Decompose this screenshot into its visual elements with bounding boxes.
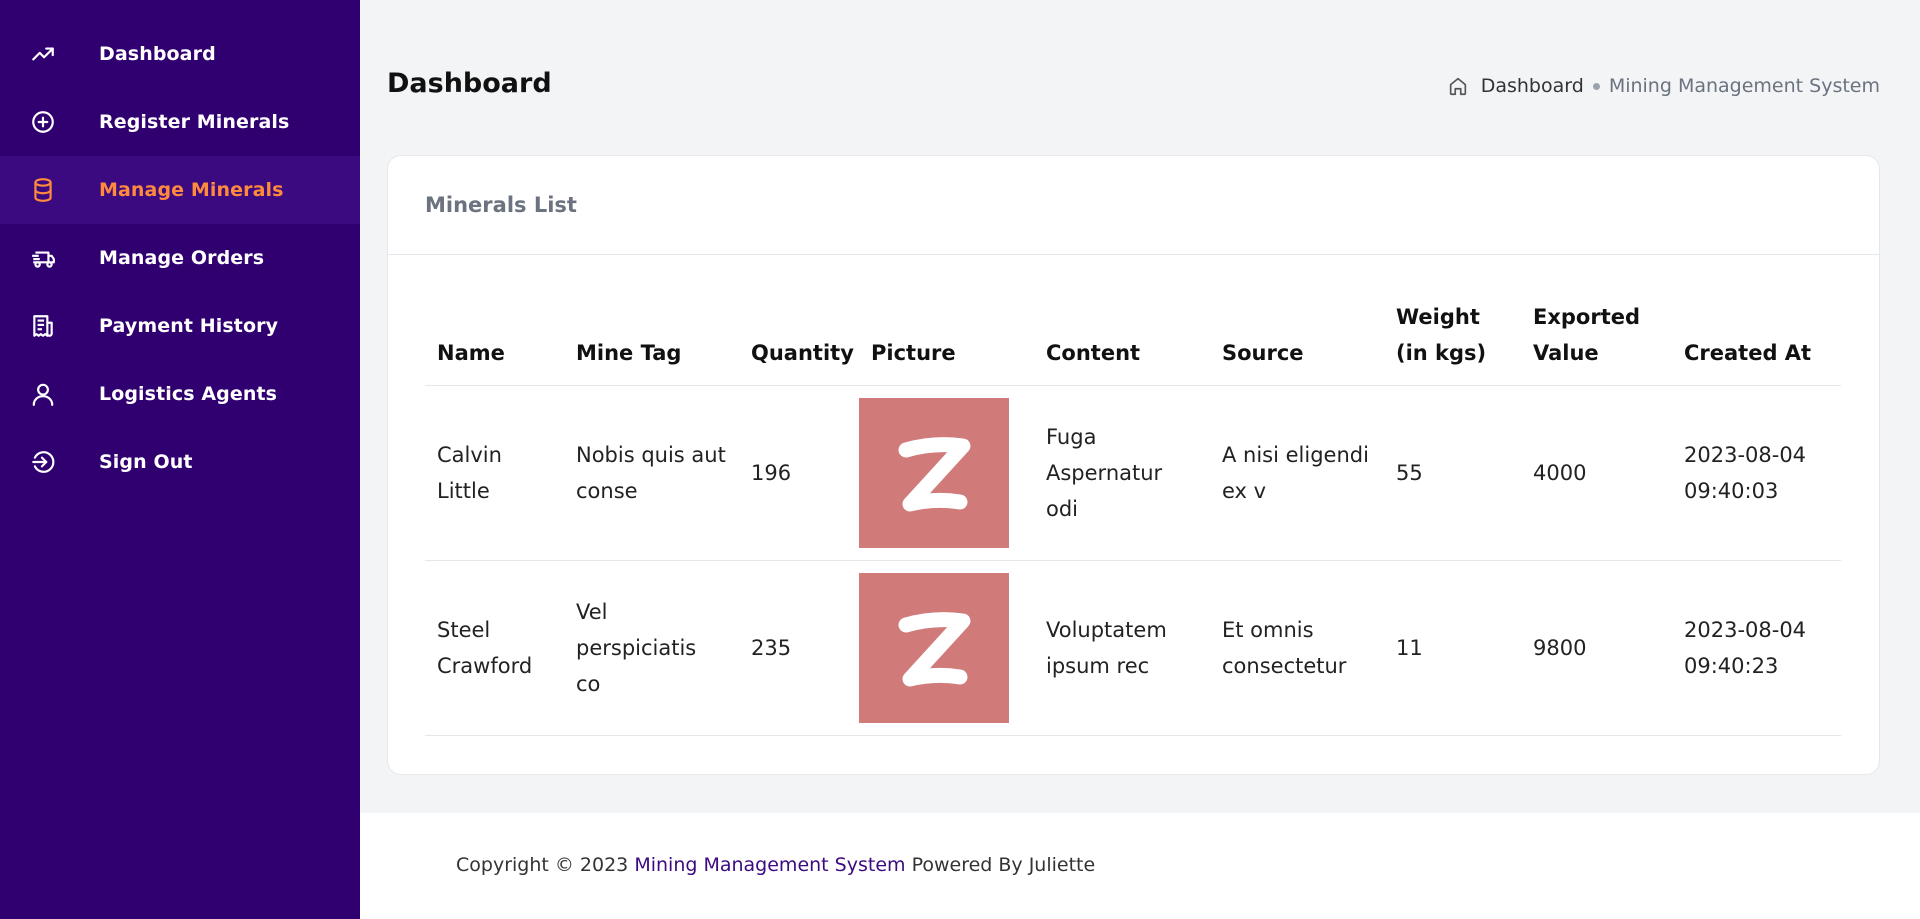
table-header-row: Name Mine Tag Quantity Picture Content S… [425, 283, 1841, 386]
minerals-table-wrapper: Name Mine Tag Quantity Picture Content S… [425, 283, 1841, 736]
cell-quantity: 235 [739, 560, 859, 736]
column-header-created-at: Created At [1672, 283, 1841, 386]
cell-created-at: 2023-08-04 09:40:03 [1672, 385, 1841, 561]
cell-exported-value: 4000 [1521, 385, 1672, 561]
sidebar-item-label: Logistics Agents [99, 383, 278, 405]
table-row: Calvin Little Nobis quis aut conse 196 F… [425, 385, 1841, 561]
breadcrumb-separator [1592, 82, 1600, 90]
footer-copyright: Copyright © 2023 Mining Management Syste… [456, 854, 1095, 876]
sidebar-item-manage-minerals[interactable]: Manage Minerals [0, 156, 360, 224]
receipt-icon [30, 313, 56, 339]
cell-source: Et omnis consectetur [1210, 560, 1384, 736]
cell-exported-value: 9800 [1521, 560, 1672, 736]
sidebar-item-sign-out[interactable]: Sign Out [0, 428, 360, 496]
trending-up-icon [30, 41, 56, 67]
sidebar-item-label: Dashboard [99, 43, 216, 65]
cell-weight: 11 [1384, 560, 1521, 736]
sidebar-item-label: Manage Minerals [99, 179, 284, 201]
sidebar-item-logistics-agents[interactable]: Logistics Agents [0, 360, 360, 428]
sidebar-item-register-minerals[interactable]: Register Minerals [0, 88, 360, 156]
column-header-picture: Picture [859, 283, 1034, 386]
cell-quantity: 196 [739, 385, 859, 561]
truck-icon [30, 245, 56, 271]
letter-z-image [898, 436, 971, 511]
cell-picture [859, 385, 1034, 561]
sidebar-item-label: Payment History [99, 315, 279, 337]
sidebar-item-payment-history[interactable]: Payment History [0, 292, 360, 360]
main-content: Dashboard Dashboard Mining Management Sy… [360, 0, 1920, 919]
breadcrumb: Dashboard Mining Management System [1447, 75, 1880, 97]
column-header-content: Content [1034, 283, 1210, 386]
card-title: Minerals List [425, 193, 577, 217]
footer: Copyright © 2023 Mining Management Syste… [360, 813, 1920, 919]
cell-name: Steel Crawford [425, 560, 564, 736]
breadcrumb-dashboard-link[interactable]: Dashboard [1481, 75, 1584, 97]
sidebar-item-dashboard[interactable]: Dashboard [0, 20, 360, 88]
table-row: Steel Crawford Vel perspiciatis co 235 V… [425, 560, 1841, 736]
page-header: Dashboard Dashboard Mining Management Sy… [387, 68, 1880, 108]
sidebar-nav: Dashboard Register Minerals Manage Miner… [0, 0, 360, 496]
cell-weight: 55 [1384, 385, 1521, 561]
card-header: Minerals List [388, 156, 1879, 255]
column-header-source: Source [1210, 283, 1384, 386]
sidebar: Dashboard Register Minerals Manage Miner… [0, 0, 360, 919]
plus-circle-icon [30, 109, 56, 135]
sidebar-item-manage-orders[interactable]: Manage Orders [0, 224, 360, 292]
breadcrumb-current: Mining Management System [1608, 75, 1880, 97]
database-icon [30, 177, 56, 203]
mineral-thumbnail [859, 572, 1009, 723]
home-icon[interactable] [1447, 75, 1469, 97]
column-header-quantity: Quantity [739, 283, 859, 386]
sidebar-item-label: Manage Orders [99, 247, 265, 269]
column-header-name: Name [425, 283, 564, 386]
cell-mine-tag: Vel perspiciatis co [564, 560, 739, 736]
cell-picture [859, 560, 1034, 736]
page-title: Dashboard [387, 68, 552, 99]
footer-copyright-prefix: Copyright © 2023 [456, 854, 629, 876]
cell-mine-tag: Nobis quis aut conse [564, 385, 739, 561]
column-header-mine-tag: Mine Tag [564, 283, 739, 386]
sidebar-item-label: Sign Out [99, 451, 193, 473]
cell-name: Calvin Little [425, 385, 564, 561]
minerals-card: Minerals List Name Mine Tag Quantity Pic… [387, 155, 1880, 775]
footer-brand-link[interactable]: Mining Management System [634, 854, 905, 876]
cell-content: Voluptatem ipsum rec [1034, 560, 1210, 736]
cell-created-at: 2023-08-04 09:40:23 [1672, 560, 1841, 736]
mineral-thumbnail [859, 397, 1009, 548]
minerals-table: Name Mine Tag Quantity Picture Content S… [425, 283, 1841, 736]
sidebar-item-label: Register Minerals [99, 111, 290, 133]
cell-content: Fuga Aspernatur odi [1034, 385, 1210, 561]
user-icon [30, 381, 56, 407]
column-header-weight: Weight (in kgs) [1384, 283, 1521, 386]
column-header-exported-value: Exported Value [1521, 283, 1672, 386]
cell-source: A nisi eligendi ex v [1210, 385, 1384, 561]
footer-powered-by: Powered By Juliette [911, 854, 1096, 876]
sign-out-icon [30, 449, 56, 475]
letter-z-image [898, 611, 971, 686]
